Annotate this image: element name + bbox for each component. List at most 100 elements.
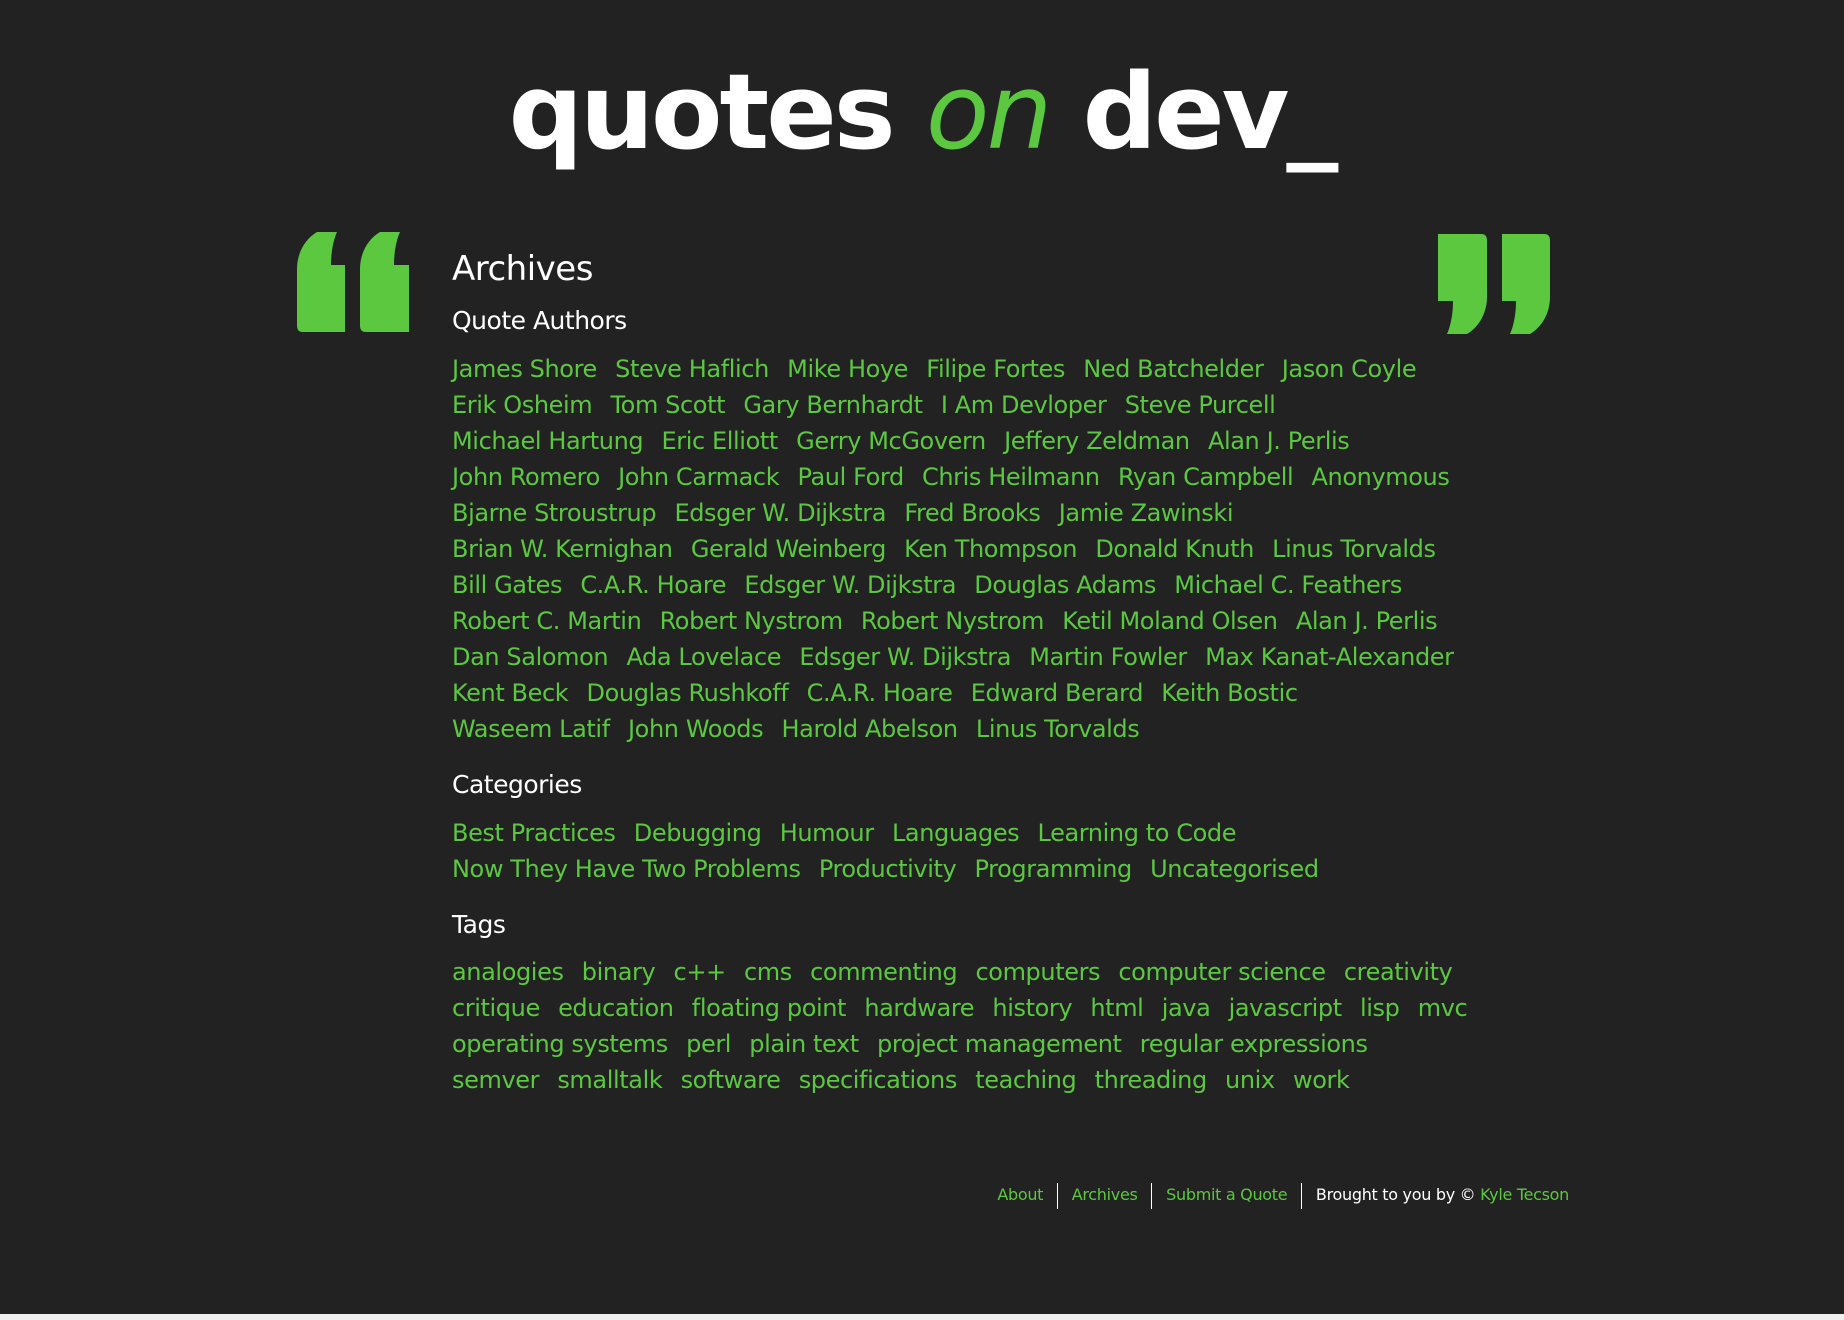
tag-link[interactable]: hardware xyxy=(864,994,974,1022)
tag-link[interactable]: semver xyxy=(452,1066,539,1094)
author-link[interactable]: Jason Coyle xyxy=(1282,355,1417,383)
author-link[interactable]: Ned Batchelder xyxy=(1083,355,1264,383)
author-link[interactable]: I Am Devloper xyxy=(941,391,1107,419)
author-link[interactable]: Gerald Weinberg xyxy=(691,535,887,563)
tag-link[interactable]: regular expressions xyxy=(1140,1030,1368,1058)
tag-link[interactable]: binary xyxy=(582,958,656,986)
author-link[interactable]: Edsger W. Dijkstra xyxy=(744,571,956,599)
category-link[interactable]: Best Practices xyxy=(452,819,616,847)
author-link[interactable]: Ryan Campbell xyxy=(1118,463,1294,491)
author-link[interactable]: Filipe Fortes xyxy=(926,355,1065,383)
author-link[interactable]: Gary Bernhardt xyxy=(743,391,923,419)
author-link[interactable]: Tom Scott xyxy=(610,391,725,419)
author-link[interactable]: Martin Fowler xyxy=(1029,643,1187,671)
tag-link[interactable]: computer science xyxy=(1118,958,1326,986)
category-link[interactable]: Humour xyxy=(780,819,874,847)
tag-link[interactable]: javascript xyxy=(1229,994,1343,1022)
author-link[interactable]: James Shore xyxy=(452,355,597,383)
author-link[interactable]: John Woods xyxy=(628,715,764,743)
tag-link[interactable]: computers xyxy=(975,958,1100,986)
tag-link[interactable]: smalltalk xyxy=(557,1066,662,1094)
tag-link[interactable]: critique xyxy=(452,994,540,1022)
tag-link[interactable]: operating systems xyxy=(452,1030,668,1058)
tag-link[interactable]: plain text xyxy=(749,1030,859,1058)
tag-link[interactable]: mvc xyxy=(1418,994,1468,1022)
tag-link[interactable]: software xyxy=(681,1066,781,1094)
tag-link[interactable]: work xyxy=(1293,1066,1350,1094)
author-link[interactable]: Eric Elliott xyxy=(661,427,778,455)
tag-link[interactable]: html xyxy=(1090,994,1143,1022)
author-link[interactable]: Edward Berard xyxy=(971,679,1144,707)
author-link[interactable]: Kent Beck xyxy=(452,679,569,707)
author-link[interactable]: Alan J. Perlis xyxy=(1296,607,1438,635)
author-link[interactable]: Paul Ford xyxy=(797,463,904,491)
tag-link[interactable]: cms xyxy=(744,958,792,986)
tag-link[interactable]: specifications xyxy=(799,1066,958,1094)
author-link[interactable]: Ada Lovelace xyxy=(626,643,781,671)
author-link[interactable]: Waseem Latif xyxy=(452,715,610,743)
author-link[interactable]: C.A.R. Hoare xyxy=(807,679,953,707)
author-link[interactable]: Jamie Zawinski xyxy=(1059,499,1234,527)
footer-author-link[interactable]: Kyle Tecson xyxy=(1480,1185,1569,1204)
author-link[interactable]: Steve Haflich xyxy=(615,355,769,383)
author-link[interactable]: Bjarne Stroustrup xyxy=(452,499,657,527)
author-link[interactable]: Anonymous xyxy=(1312,463,1450,491)
tag-link[interactable]: perl xyxy=(686,1030,731,1058)
author-link[interactable]: Robert C. Martin xyxy=(452,607,642,635)
author-link[interactable]: Edsger W. Dijkstra xyxy=(674,499,886,527)
author-link[interactable]: Michael Hartung xyxy=(452,427,644,455)
tag-link[interactable]: project management xyxy=(877,1030,1122,1058)
author-link[interactable]: Donald Knuth xyxy=(1095,535,1254,563)
author-link[interactable]: Ketil Moland Olsen xyxy=(1062,607,1278,635)
author-link[interactable]: Mike Hoye xyxy=(787,355,908,383)
author-link[interactable]: Brian W. Kernighan xyxy=(452,535,673,563)
author-link[interactable]: Alan J. Perlis xyxy=(1208,427,1350,455)
author-link[interactable]: Bill Gates xyxy=(452,571,562,599)
footer-about-link[interactable]: About xyxy=(997,1185,1043,1204)
tag-link[interactable]: unix xyxy=(1225,1066,1275,1094)
category-link[interactable]: Debugging xyxy=(634,819,762,847)
author-link[interactable]: Robert Nystrom xyxy=(861,607,1044,635)
author-link[interactable]: Linus Torvalds xyxy=(976,715,1140,743)
category-link[interactable]: Now They Have Two Problems xyxy=(452,855,801,883)
category-link[interactable]: Learning to Code xyxy=(1038,819,1237,847)
tag-link[interactable]: floating point xyxy=(692,994,847,1022)
tag-link[interactable]: history xyxy=(992,994,1072,1022)
author-link[interactable]: Dan Salomon xyxy=(452,643,609,671)
author-link[interactable]: John Romero xyxy=(452,463,600,491)
author-link[interactable]: Chris Heilmann xyxy=(922,463,1100,491)
footer-archives-link[interactable]: Archives xyxy=(1072,1185,1138,1204)
tag-link[interactable]: c++ xyxy=(674,958,727,986)
author-link[interactable]: Steve Purcell xyxy=(1125,391,1276,419)
author-link[interactable]: Max Kanat-Alexander xyxy=(1205,643,1454,671)
tag-link[interactable]: commenting xyxy=(810,958,958,986)
author-link[interactable]: C.A.R. Hoare xyxy=(580,571,726,599)
tag-link[interactable]: analogies xyxy=(452,958,564,986)
site-title[interactable]: quotes on dev_ xyxy=(0,52,1844,172)
author-link[interactable]: Linus Torvalds xyxy=(1272,535,1436,563)
author-link[interactable]: Fred Brooks xyxy=(904,499,1041,527)
category-link[interactable]: Productivity xyxy=(819,855,957,883)
category-link[interactable]: Languages xyxy=(892,819,1020,847)
tag-link[interactable]: teaching xyxy=(975,1066,1077,1094)
tag-link[interactable]: lisp xyxy=(1360,994,1400,1022)
author-link[interactable]: Ken Thompson xyxy=(904,535,1077,563)
author-link[interactable]: Robert Nystrom xyxy=(660,607,843,635)
author-link[interactable]: Erik Osheim xyxy=(452,391,593,419)
tag-link[interactable]: threading xyxy=(1095,1066,1208,1094)
author-link[interactable]: Michael C. Feathers xyxy=(1174,571,1402,599)
category-link[interactable]: Uncategorised xyxy=(1150,855,1319,883)
author-link[interactable]: Douglas Adams xyxy=(974,571,1156,599)
tag-link[interactable]: creativity xyxy=(1344,958,1453,986)
category-link[interactable]: Programming xyxy=(975,855,1133,883)
author-link[interactable]: John Carmack xyxy=(618,463,780,491)
author-link[interactable]: Harold Abelson xyxy=(781,715,958,743)
author-link[interactable]: Edsger W. Dijkstra xyxy=(799,643,1011,671)
author-link[interactable]: Gerry McGovern xyxy=(796,427,986,455)
author-link[interactable]: Jeffery Zeldman xyxy=(1004,427,1190,455)
author-link[interactable]: Keith Bostic xyxy=(1161,679,1298,707)
tag-link[interactable]: education xyxy=(558,994,674,1022)
footer-submit-link[interactable]: Submit a Quote xyxy=(1166,1185,1287,1204)
author-link[interactable]: Douglas Rushkoff xyxy=(587,679,789,707)
tag-link[interactable]: java xyxy=(1162,994,1211,1022)
